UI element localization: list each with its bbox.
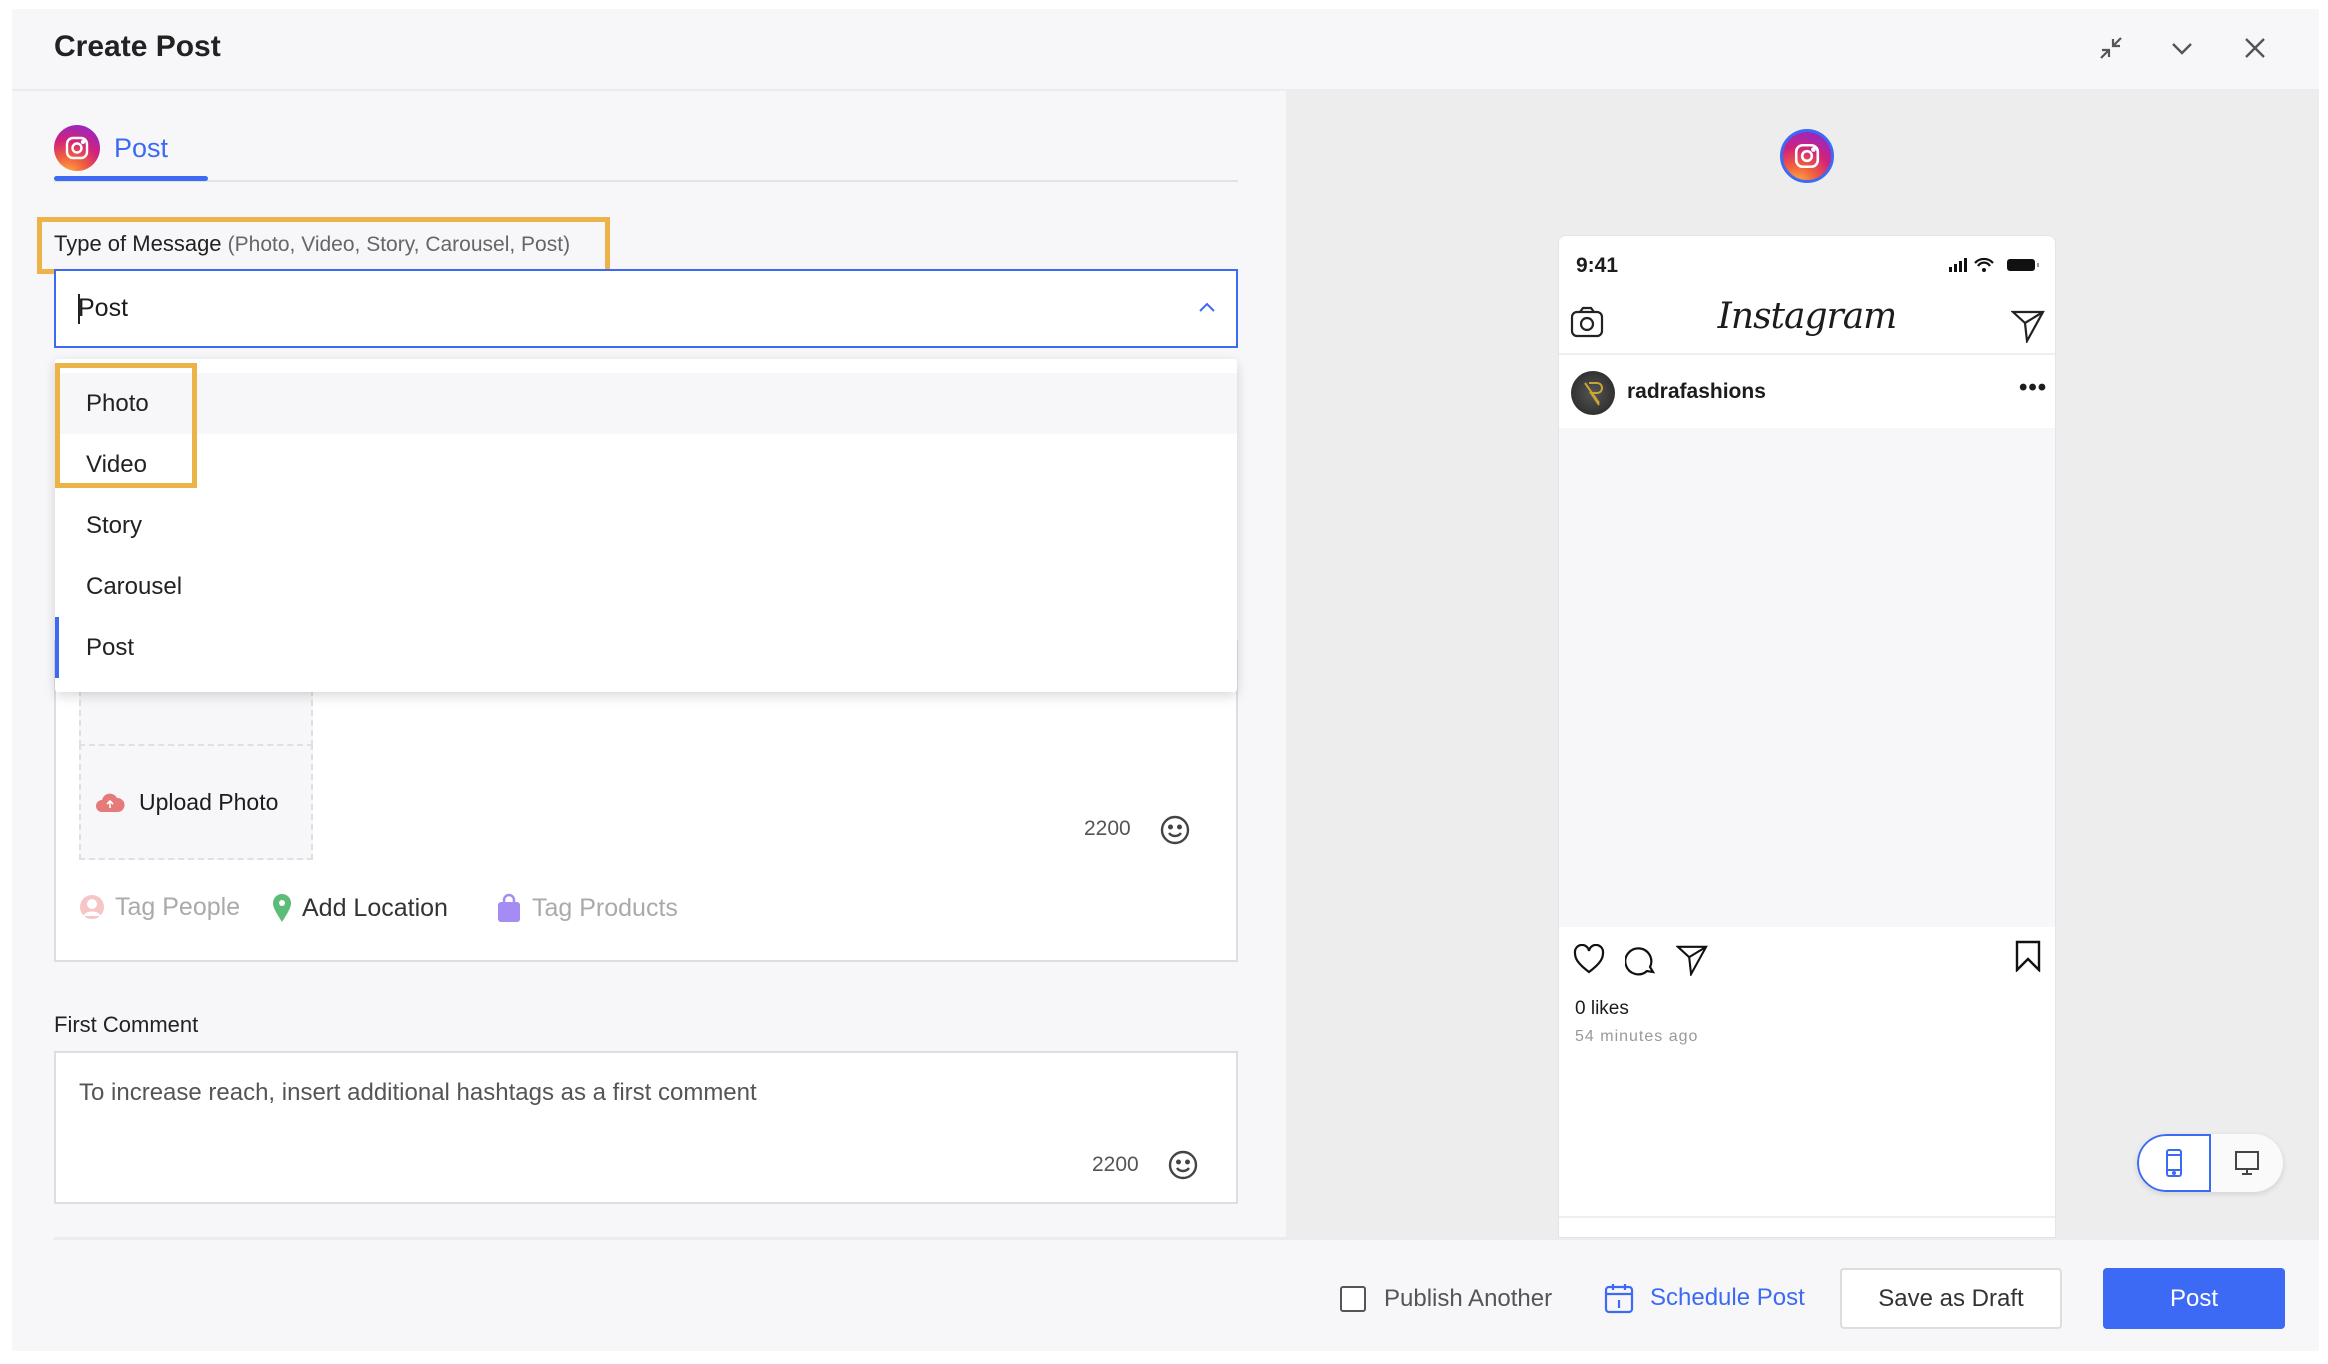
option-photo[interactable]: Photo — [55, 373, 1237, 434]
tag-people-label: Tag People — [115, 893, 241, 921]
publish-another-label: Publish Another — [1384, 1285, 1553, 1312]
type-of-message-dropdown: Photo Video Story Carousel Post — [55, 359, 1237, 692]
option-label: Story — [86, 511, 143, 539]
active-tab-indicator — [54, 176, 208, 181]
upload-photo-button[interactable]: Upload Photo — [79, 744, 313, 860]
instagram-logo: Instagram — [1717, 296, 1898, 337]
likes-count: 0 likes — [1575, 998, 1629, 1019]
close-icon[interactable] — [2235, 28, 2275, 68]
post-button[interactable]: Post — [2103, 1268, 2285, 1329]
emoji-icon[interactable] — [1167, 1149, 1199, 1181]
instagram-icon — [54, 125, 100, 171]
option-label: Carousel — [86, 572, 183, 600]
shopping-bag-icon — [498, 893, 520, 922]
tag-products-button[interactable]: Tag Products — [496, 893, 678, 923]
chevron-up-icon[interactable] — [1198, 301, 1216, 313]
share-icon — [1676, 945, 1708, 976]
status-time: 9:41 — [1576, 254, 1619, 277]
header-divider — [1559, 353, 2055, 355]
save-draft-button[interactable]: Save as Draft — [1840, 1268, 2062, 1329]
checkbox-box[interactable] — [1340, 1286, 1366, 1312]
window-header — [12, 9, 2319, 91]
tab-label: Post — [114, 132, 169, 163]
post-image-placeholder — [1559, 428, 2055, 927]
first-comment-char-count: 2200 — [1092, 1153, 1139, 1176]
upload-cloud-icon — [96, 793, 125, 812]
publish-another-checkbox[interactable]: Publish Another — [1340, 1285, 1552, 1313]
emoji-icon[interactable] — [1159, 814, 1191, 846]
calendar-icon — [1604, 1284, 1634, 1314]
select-value: Post — [78, 294, 129, 322]
person-icon — [80, 894, 104, 919]
device-toggle — [2137, 1134, 2283, 1192]
footer-divider — [1559, 1216, 2055, 1218]
type-of-message-label: Type of Message (Photo, Video, Story, Ca… — [54, 231, 570, 257]
schedule-post-label: Schedule Post — [1650, 1284, 1805, 1311]
more-options-icon[interactable]: ••• — [2019, 374, 2047, 402]
window-title: Create Post — [54, 30, 221, 63]
status-icons — [1949, 257, 2039, 272]
username: radrafashions — [1627, 380, 1766, 403]
add-location-label: Add Location — [302, 893, 448, 922]
option-post[interactable]: Post — [55, 617, 1237, 678]
avatar — [1571, 371, 1615, 415]
bookmark-icon — [2015, 940, 2041, 972]
schedule-post-button[interactable]: Schedule Post — [1604, 1282, 1805, 1314]
minimize-icon[interactable] — [2091, 28, 2131, 68]
first-comment-input[interactable]: To increase reach, insert additional has… — [54, 1051, 1238, 1204]
tab-divider — [54, 180, 1238, 182]
type-of-message-select[interactable]: Post — [54, 269, 1238, 348]
phone-preview: 9:41 Instagram radrafashions ••• 0 likes… — [1558, 235, 2056, 1238]
upload-photo-label: Upload Photo — [139, 788, 279, 815]
post-timestamp: 54 minutes ago — [1575, 1028, 1699, 1045]
option-story[interactable]: Story — [55, 495, 1237, 556]
first-comment-placeholder: To increase reach, insert additional has… — [79, 1079, 757, 1106]
tab-post[interactable]: Post — [54, 116, 208, 180]
desktop-view-button[interactable] — [2211, 1134, 2283, 1192]
location-pin-icon — [273, 894, 291, 922]
option-video[interactable]: Video — [55, 434, 1237, 495]
option-label: Post — [86, 633, 135, 661]
label-hint: (Photo, Video, Story, Carousel, Post) — [227, 233, 571, 256]
heart-icon — [1573, 944, 1605, 974]
mobile-view-button[interactable] — [2137, 1134, 2211, 1192]
label-text: Type of Message — [54, 231, 222, 256]
tag-products-label: Tag Products — [532, 893, 678, 922]
first-comment-label: First Comment — [54, 1012, 199, 1037]
direct-message-icon — [2011, 310, 2045, 343]
highlight-box — [55, 363, 197, 488]
comment-icon — [1625, 947, 1656, 976]
instagram-preview-icon[interactable] — [1780, 129, 1834, 183]
chevron-down-icon[interactable] — [2162, 28, 2202, 68]
option-carousel[interactable]: Carousel — [55, 556, 1237, 617]
caption-char-count: 2200 — [1084, 817, 1131, 840]
media-tile[interactable] — [79, 690, 313, 746]
tag-people-button[interactable]: Tag People — [79, 893, 240, 922]
add-location-button[interactable]: Add Location — [272, 893, 448, 923]
